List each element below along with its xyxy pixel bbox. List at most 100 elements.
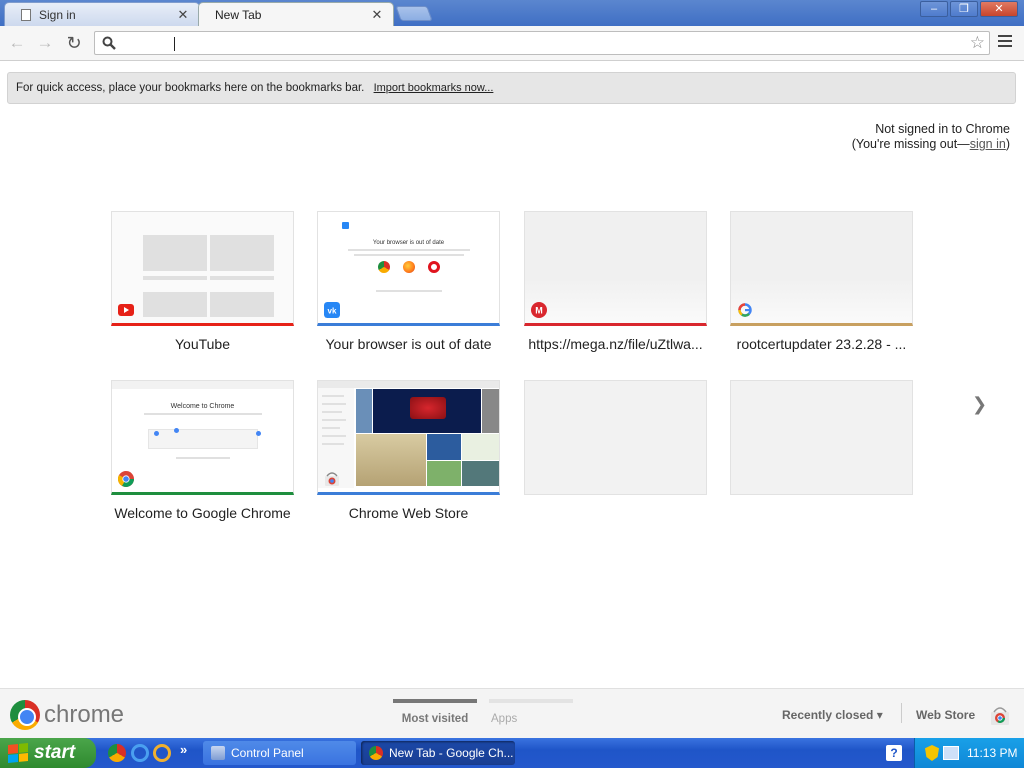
tile-thumbnail: Welcome to Chrome (111, 380, 294, 495)
taskbar-button-label: New Tab - Google Ch... (389, 746, 514, 760)
tile-title: Your browser is out of date (325, 336, 492, 352)
search-icon (102, 36, 116, 50)
window-controls: – ❐ ✕ (920, 1, 1018, 17)
windows-flag-icon (8, 742, 28, 764)
empty-thumbnail (524, 380, 707, 495)
youtube-icon (118, 304, 134, 316)
windows-taskbar: start » Control Panel New Tab - Google C… (0, 738, 1024, 768)
opera-icon (428, 261, 440, 273)
system-tray: 11:13 PM (914, 738, 1024, 768)
tab-new-tab[interactable]: New Tab ✕ (198, 2, 394, 26)
tab-most-visited[interactable]: Most visited (393, 699, 477, 725)
star-icon[interactable]: ☆ (970, 33, 985, 53)
chrome-icon (369, 746, 383, 760)
taskbar-button-label: Control Panel (231, 746, 304, 760)
thumb-heading: Your browser is out of date (372, 240, 445, 246)
most-visited-tile[interactable]: Chrome Web Store (317, 380, 500, 521)
tile-title: rootcertupdater 23.2.28 - ... (736, 336, 907, 352)
tile-title: https://mega.nz/file/uZtlwa... (528, 336, 703, 352)
tab-label: Apps (491, 713, 518, 725)
chrome-menu-button[interactable] (998, 35, 1012, 49)
tile-title: Welcome to Google Chrome (114, 505, 291, 521)
reload-button[interactable]: ↻ (63, 32, 85, 54)
page-icon (21, 8, 31, 21)
back-button[interactable]: ← (6, 32, 28, 54)
bookmarks-bar-prompt: For quick access, place your bookmarks h… (7, 72, 1016, 104)
sign-in-link[interactable]: sign in (970, 137, 1006, 151)
ntp-footer: chrome Most visited Apps Recently closed… (0, 688, 1024, 738)
chrome-web-store-icon (325, 472, 339, 486)
svg-text:M: M (535, 306, 543, 316)
close-tab-icon[interactable]: ✕ (177, 7, 189, 23)
control-panel-icon (211, 746, 225, 760)
firefox-icon (403, 261, 415, 273)
vk-mini-icon (342, 222, 349, 229)
chrome-web-store-icon[interactable] (990, 705, 1010, 725)
taskbar-button-control-panel[interactable]: Control Panel (203, 741, 356, 765)
start-label: start (34, 742, 76, 763)
empty-thumbnail (730, 380, 913, 495)
close-window-button[interactable]: ✕ (980, 1, 1018, 17)
bookmarks-prompt-text: For quick access, place your bookmarks h… (16, 82, 365, 94)
most-visited-tile[interactable]: Your browser is out of date vk Your brow… (317, 211, 500, 352)
ie-quicklaunch-icon[interactable] (131, 744, 149, 762)
start-button[interactable]: start (0, 738, 96, 768)
omnibox-input[interactable] (123, 34, 963, 52)
chrome-logo-brand: chrome (10, 700, 124, 730)
recently-closed-menu[interactable]: Recently closed ▾ (782, 708, 883, 722)
brand-name: chrome (44, 701, 125, 728)
most-visited-tile[interactable]: YouTube (111, 211, 294, 352)
import-bookmarks-link[interactable]: Import bookmarks now... (374, 82, 494, 94)
tab-apps[interactable]: Apps (489, 699, 573, 725)
arrow-right-icon: → (36, 33, 54, 52)
tab-sign-in[interactable]: Sign in ✕ (4, 2, 200, 26)
title-bar: Sign in ✕ New Tab ✕ – ❐ ✕ (0, 0, 1024, 26)
thumb-heading: Welcome to Chrome (170, 403, 235, 410)
most-visited-tile[interactable]: M https://mega.nz/file/uZtlwa... (524, 211, 707, 352)
tab-label: New Tab (215, 7, 262, 22)
divider (901, 703, 902, 723)
svg-text:vk: vk (328, 307, 337, 316)
clock[interactable]: 11:13 PM (967, 746, 1017, 760)
help-icon[interactable]: ? (886, 745, 902, 761)
mega-icon: M (531, 302, 547, 318)
tile-thumbnail: M (524, 211, 707, 326)
taskbar-button-new-tab[interactable]: New Tab - Google Ch... (361, 741, 515, 765)
tile-thumbnail (317, 380, 500, 495)
google-icon (738, 303, 752, 317)
close-tab-icon[interactable]: ✕ (371, 7, 383, 23)
promo-banner-icon (410, 397, 446, 419)
reload-icon: ↻ (66, 33, 82, 53)
omnibox[interactable]: ☆ (94, 31, 990, 55)
tile-thumbnail (111, 211, 294, 326)
restore-button[interactable]: ❐ (950, 1, 978, 17)
web-store-link[interactable]: Web Store (916, 708, 975, 722)
new-tab-button[interactable] (395, 6, 433, 21)
ie-alt-quicklaunch-icon[interactable] (153, 744, 171, 762)
chrome-icon (378, 261, 390, 273)
signin-notice: Not signed in to Chrome (You're missing … (852, 122, 1010, 152)
chevron-right-icon[interactable]: ❯ (972, 394, 987, 415)
minimize-button[interactable]: – (920, 1, 948, 17)
quicklaunch-more-icon[interactable]: » (180, 742, 187, 757)
chrome-icon (118, 471, 134, 487)
empty-tile (730, 380, 913, 495)
forward-button[interactable]: → (34, 32, 56, 54)
tile-title: Chrome Web Store (348, 505, 469, 521)
signin-prefix: (You're missing out— (851, 137, 970, 151)
security-shield-icon[interactable] (925, 745, 939, 761)
most-visited-tile[interactable]: rootcertupdater 23.2.28 - ... (730, 211, 913, 352)
signin-suffix: ) (1005, 137, 1010, 151)
tile-title: YouTube (174, 336, 230, 352)
empty-tile (524, 380, 707, 495)
chrome-quicklaunch-icon[interactable] (108, 744, 126, 762)
arrow-left-icon: ← (8, 33, 26, 52)
browser-toolbar: ← → ↻ ☆ (0, 26, 1024, 61)
tab-label: Most visited (401, 713, 469, 725)
signin-status: Not signed in to Chrome (875, 122, 1010, 136)
tile-thumbnail: Your browser is out of date vk (317, 211, 500, 326)
most-visited-tile[interactable]: Welcome to Chrome Welcome to Google Chro… (111, 380, 294, 521)
network-icon[interactable] (943, 746, 959, 760)
vk-icon: vk (324, 302, 340, 318)
chrome-logo-icon (10, 700, 40, 730)
